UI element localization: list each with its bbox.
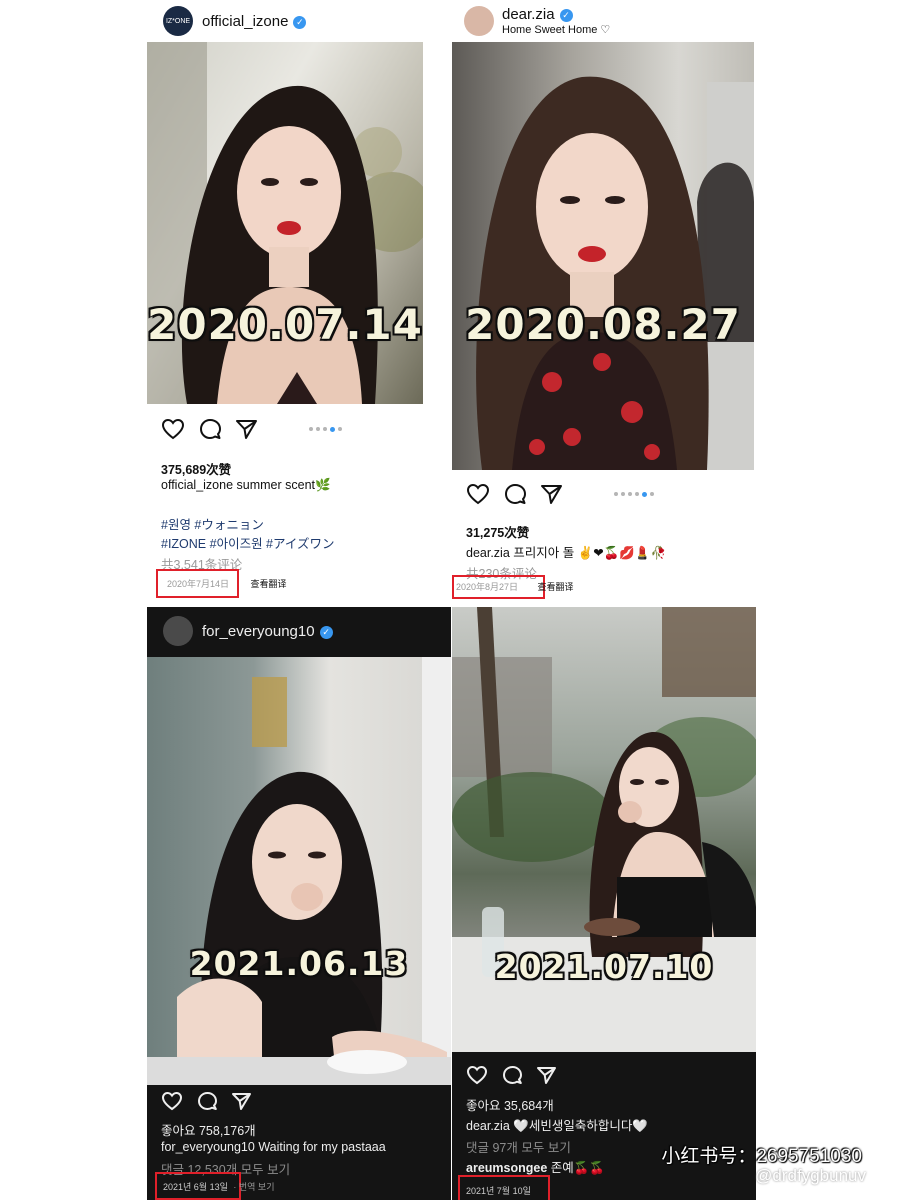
portrait-illustration (147, 657, 451, 1085)
heart-icon[interactable] (161, 418, 185, 440)
post-photo[interactable]: 2021.07.10 (452, 607, 756, 1052)
verified-badge-icon: ✓ (293, 15, 307, 29)
post-dear-zia-2020: dear.zia ✓ Home Sweet Home ♡ 2020.08.27 3… (452, 0, 754, 605)
carousel-dots (614, 492, 654, 497)
date-row: 2021년 7월 10일 (466, 1183, 748, 1197)
username-text: for_everyoung10 (202, 622, 315, 640)
date-row: 2020年8月27日 查看翻译 (456, 579, 746, 593)
username-text: dear.zia (502, 5, 555, 23)
post-date: 2020年8月27日 (456, 582, 519, 592)
caption-text: Waiting for my pastaaa (258, 1140, 386, 1154)
caption-username[interactable]: dear.zia (466, 1119, 510, 1133)
like-count[interactable]: 375,689次赞 (161, 459, 415, 478)
heart-icon[interactable] (161, 1091, 183, 1111)
caption: dear.zia 🤍세빈생일축하합니다🤍 (466, 1115, 748, 1134)
hashtags-line-1[interactable]: #원영 #ウォニョン (161, 514, 415, 533)
heart-icon[interactable] (466, 483, 490, 505)
avatar[interactable] (464, 6, 494, 36)
post-header: for_everyoung10 ✓ (147, 607, 451, 655)
post-photo[interactable]: 2020.08.27 (452, 42, 754, 470)
caption-username[interactable]: official_izone (161, 478, 233, 492)
date-row: 2021년 6월 13일 · 번역 보기 (163, 1179, 443, 1193)
share-icon[interactable] (235, 418, 257, 440)
comment-username[interactable]: areumsongee (466, 1161, 547, 1175)
xiaohongshu-id-watermark: 小红书号：2695751030 (661, 1146, 862, 1167)
like-count[interactable]: 좋아요 758,176개 (161, 1120, 443, 1139)
post-official-izone: IZ*ONE official_izone ✓ 2020.07.14 375,68… (147, 0, 423, 605)
post-date: 2021년 6월 13일 (163, 1182, 228, 1192)
caption-text: summer scent🌿 (236, 478, 331, 492)
overlay-date: 2021.07.10 (494, 947, 714, 986)
comment-icon[interactable] (504, 483, 526, 505)
overlay-date: 2020.07.14 (147, 300, 423, 349)
overlay-date: 2021.06.13 (189, 944, 409, 983)
translate-link[interactable]: 查看翻译 (251, 579, 287, 589)
verified-badge-icon: ✓ (559, 8, 573, 22)
comment-icon[interactable] (197, 1091, 217, 1111)
username[interactable]: dear.zia ✓ (502, 6, 573, 23)
profile-bio: Home Sweet Home ♡ (502, 23, 611, 36)
caption: official_izone summer scent🌿 (161, 478, 415, 493)
caption-text: 🤍세빈생일축하합니다🤍 (513, 1119, 648, 1133)
action-bar (466, 1065, 556, 1085)
avatar[interactable]: IZ*ONE (163, 6, 193, 36)
caption-username[interactable]: for_everyoung10 (161, 1140, 255, 1154)
username[interactable]: for_everyoung10 ✓ (202, 623, 333, 640)
xiaohongshu-logo-watermark: 小红书 (758, 1090, 858, 1134)
share-icon[interactable] (540, 483, 562, 505)
comment-text: 존예🍒🍒 (550, 1161, 605, 1175)
share-icon[interactable] (536, 1065, 556, 1085)
comment-icon[interactable] (199, 418, 221, 440)
post-header: IZ*ONE official_izone ✓ (147, 0, 423, 42)
action-bar (466, 483, 562, 505)
date-row: 2020年7月14日 查看翻译 (167, 576, 415, 590)
username-text: official_izone (202, 12, 289, 30)
comment-icon[interactable] (502, 1065, 522, 1085)
like-count[interactable]: 좋아요 35,684개 (466, 1095, 748, 1114)
action-bar (161, 1091, 251, 1111)
hashtags-line-2[interactable]: #IZONE #아이즈원 #アイズワン (161, 533, 415, 552)
caption: for_everyoung10 Waiting for my pastaaa (161, 1140, 443, 1154)
action-bar (161, 418, 257, 440)
weibo-handle-watermark: @drdfygbunuv (755, 1166, 866, 1185)
post-header: dear.zia ✓ Home Sweet Home ♡ (452, 0, 754, 42)
post-photo[interactable]: 2021.06.13 (147, 657, 451, 1085)
caption-username[interactable]: dear.zia (466, 546, 510, 560)
translate-link[interactable]: 查看翻译 (538, 582, 574, 592)
post-date: 2021년 7월 10일 (466, 1186, 531, 1196)
carousel-dots (309, 427, 342, 432)
username[interactable]: official_izone ✓ (202, 12, 307, 30)
portrait-illustration (476, 76, 754, 470)
like-count[interactable]: 31,275次赞 (466, 522, 746, 541)
post-for-everyoung10: for_everyoung10 ✓ 2021.06.13 좋아요 758,176개… (147, 607, 451, 1200)
avatar-logo-text: IZ*ONE (165, 17, 191, 25)
heart-icon[interactable] (466, 1065, 488, 1085)
post-photo[interactable]: 2020.07.14 (147, 42, 423, 404)
caption-text: 프리지아 돌 ✌❤🍒💋💄🥀 (513, 546, 667, 560)
overlay-date: 2020.08.27 (465, 300, 741, 349)
translate-link[interactable]: · 번역 보기 (233, 1182, 274, 1192)
post-date: 2020年7月14日 (167, 579, 230, 589)
avatar[interactable] (163, 616, 193, 646)
portrait-illustration (147, 42, 423, 404)
verified-badge-icon: ✓ (319, 625, 333, 639)
post-dear-zia-2021: 2021.07.10 좋아요 35,684개 dear.zia 🤍세빈생일축하합… (452, 607, 756, 1200)
caption: dear.zia 프리지아 돌 ✌❤🍒💋💄🥀 (466, 542, 746, 561)
share-icon[interactable] (231, 1091, 251, 1111)
